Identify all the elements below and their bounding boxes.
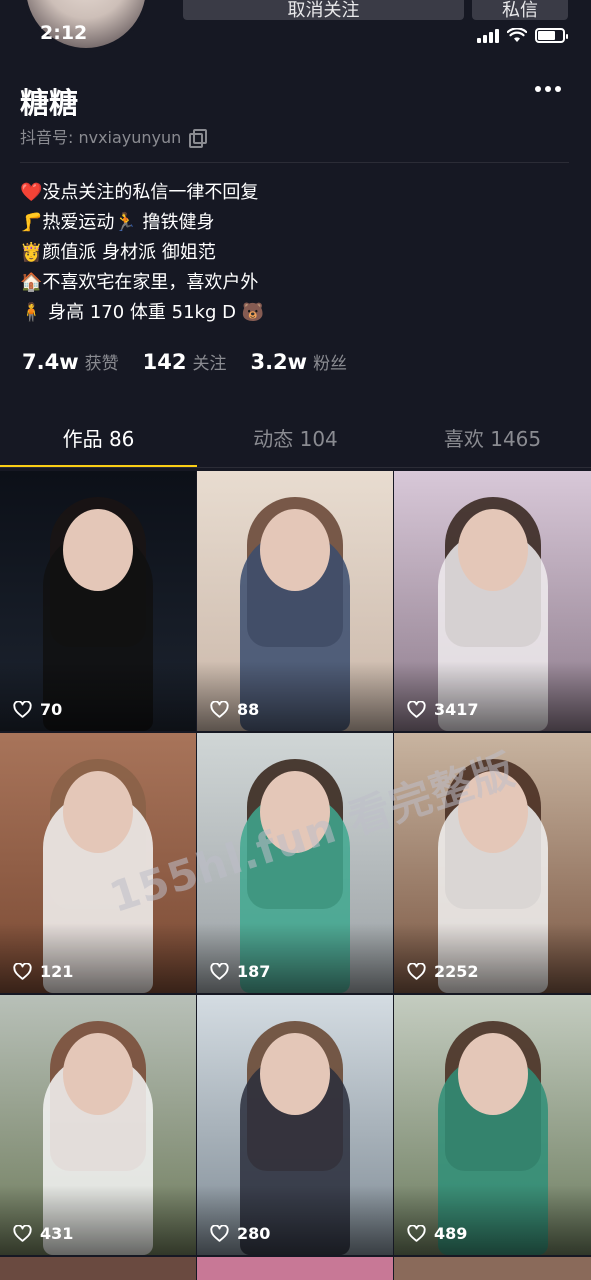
stat-likes[interactable]: 7.4w 获赞: [22, 349, 119, 374]
bio-line: 🧍 身高 170 体重 51kg D 🐻: [20, 302, 265, 323]
video-thumbnail[interactable]: 88: [197, 471, 393, 731]
thumbnail-shade: [197, 1185, 393, 1255]
thumbnail-face: [457, 1033, 528, 1115]
like-count-value: 2252: [434, 962, 479, 981]
tab-works[interactable]: 作品 86: [0, 410, 197, 468]
thumbnail-shade: [0, 923, 196, 993]
douyin-id-text: 抖音号: nvxiayunyun: [20, 128, 182, 147]
like-count-value: 280: [237, 1224, 271, 1243]
battery-icon: [535, 27, 568, 43]
thumbnail-face: [457, 509, 528, 591]
video-thumbnail[interactable]: [197, 1257, 393, 1280]
tab-likes[interactable]: 喜欢 1465: [394, 410, 591, 468]
thumbnail-face: [260, 509, 330, 591]
thumbnail-face: [260, 1033, 330, 1115]
like-count: 70: [13, 700, 62, 719]
like-count: 431: [13, 1224, 73, 1243]
signal-icon: [477, 27, 499, 43]
like-count: 2252: [407, 962, 479, 981]
video-thumbnail[interactable]: 280: [197, 995, 393, 1255]
thumbnail-shade: [0, 661, 196, 731]
thumbnail-shade: [394, 661, 591, 731]
douyin-id: 抖音号: nvxiayunyun: [20, 124, 208, 148]
bio-line: 🦵热爱运动🏃 撸铁健身: [20, 212, 215, 233]
divider: [20, 162, 569, 163]
bio: ❤️没点关注的私信一律不回复 🦵热爱运动🏃 撸铁健身 👸颜值派 身材派 御姐范 …: [20, 178, 264, 328]
stats: 7.4w 获赞 142 关注 3.2w 粉丝: [22, 349, 347, 374]
thumbnail-shade: [197, 661, 393, 731]
wifi-icon: [507, 27, 527, 42]
profile-page: 取消关注 私信 2:12 糖糖 抖音号: nvxiayunyun ❤️没点关注的…: [0, 0, 591, 1280]
thumbnail-shade: [197, 923, 393, 993]
bio-line: 👸颜值派 身材派 御姐范: [20, 242, 216, 263]
video-thumbnail[interactable]: 70: [0, 471, 196, 731]
like-count-value: 3417: [434, 700, 479, 719]
like-count: 489: [407, 1224, 467, 1243]
unfollow-button[interactable]: 取消关注: [183, 0, 464, 21]
bio-line: ❤️没点关注的私信一律不回复: [20, 182, 259, 203]
heart-icon: [407, 963, 426, 980]
like-count: 88: [210, 700, 259, 719]
more-options-icon[interactable]: [535, 86, 561, 92]
thumbnail-face: [63, 509, 133, 591]
heart-icon: [407, 1225, 426, 1242]
stat-following[interactable]: 142 关注: [143, 349, 227, 374]
heart-icon: [407, 701, 426, 718]
like-count: 187: [210, 962, 270, 981]
heart-icon: [13, 1225, 32, 1242]
video-thumbnail[interactable]: 431: [0, 995, 196, 1255]
nickname: 糖糖: [20, 86, 79, 120]
heart-icon: [210, 963, 229, 980]
like-count-value: 187: [237, 962, 271, 981]
bio-line: 🏠不喜欢宅在家里，喜欢户外: [20, 272, 259, 293]
thumbnail-face: [63, 771, 133, 853]
thumbnail-shade: [394, 923, 591, 993]
tabs-divider: [0, 467, 591, 468]
heart-icon: [13, 963, 32, 980]
copy-icon[interactable]: [189, 128, 208, 148]
video-thumbnail[interactable]: [394, 1257, 591, 1280]
heart-icon: [13, 701, 32, 718]
status-icons: [477, 27, 568, 43]
thumbnail-shade: [394, 1185, 591, 1255]
like-count: 280: [210, 1224, 270, 1243]
like-count-value: 489: [434, 1224, 468, 1243]
like-count-value: 431: [40, 1224, 74, 1243]
like-count-value: 88: [237, 700, 260, 719]
video-grid: 70 88 3417 121 187 2252 431 280 489: [0, 471, 591, 1280]
heart-icon: [210, 701, 229, 718]
thumbnail-shade: [0, 1185, 196, 1255]
video-thumbnail[interactable]: 3417: [394, 471, 591, 731]
stat-followers[interactable]: 3.2w 粉丝: [250, 349, 347, 374]
profile-tabs: 作品 86 动态 104 喜欢 1465: [0, 410, 591, 468]
thumbnail-face: [63, 1033, 133, 1115]
video-thumbnail[interactable]: [0, 1257, 196, 1280]
heart-icon: [210, 1225, 229, 1242]
tab-moments[interactable]: 动态 104: [197, 410, 394, 468]
like-count: 121: [13, 962, 73, 981]
like-count-value: 70: [40, 700, 63, 719]
video-thumbnail[interactable]: 489: [394, 995, 591, 1255]
status-time: 2:12: [40, 22, 88, 44]
like-count-value: 121: [40, 962, 74, 981]
like-count: 3417: [407, 700, 479, 719]
message-button[interactable]: 私信: [472, 0, 568, 21]
